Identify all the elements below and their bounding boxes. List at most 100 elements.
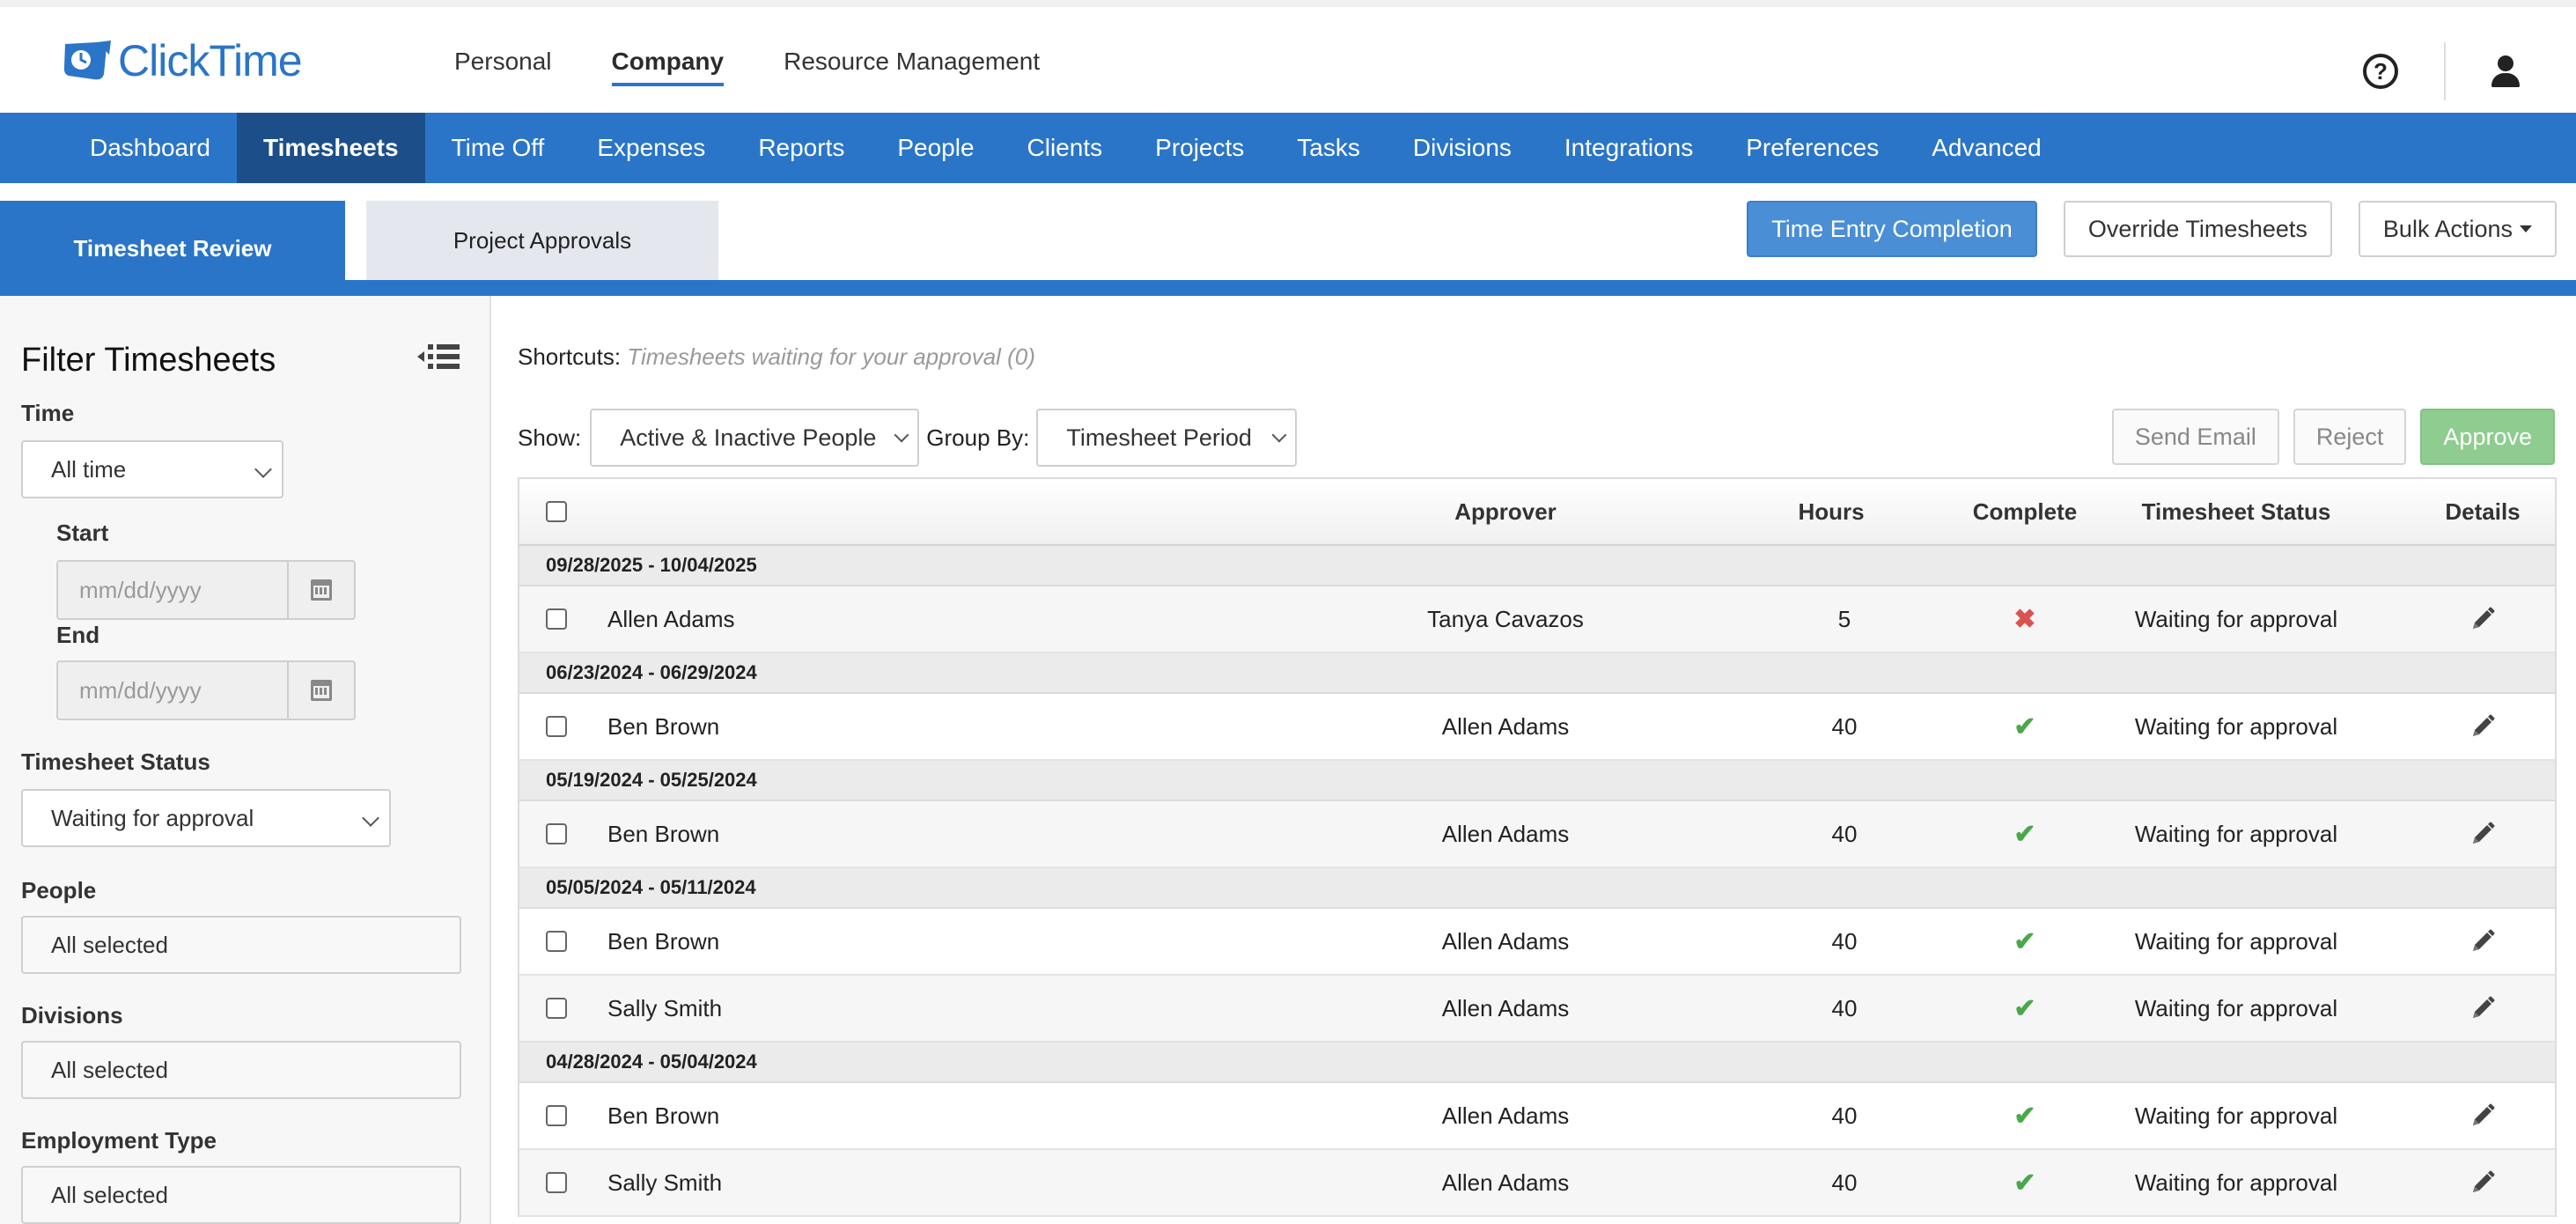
divisions-multiselect[interactable]: All selected <box>21 1041 461 1099</box>
row-checkbox[interactable] <box>546 1105 567 1126</box>
row-checkbox[interactable] <box>546 1172 567 1193</box>
edit-pencil-icon[interactable] <box>2469 713 2496 740</box>
nav-people[interactable]: People <box>871 113 1000 183</box>
topnav-resource-management[interactable]: Resource Management <box>784 48 1040 86</box>
end-date-placeholder: mm/dd/yyyy <box>58 662 289 719</box>
collapse-sidebar-icon[interactable] <box>416 342 461 372</box>
status-select[interactable]: Waiting for approval <box>21 789 391 847</box>
check-icon: ✔ <box>2013 819 2036 849</box>
row-checkbox[interactable] <box>546 716 567 737</box>
chevron-down-icon <box>1271 427 1287 443</box>
sub-actions: Time Entry Completion Override Timesheet… <box>1747 201 2557 257</box>
bulk-actions-button[interactable]: Bulk Actions <box>2358 201 2557 257</box>
nav-reports[interactable]: Reports <box>732 113 871 183</box>
header-hours[interactable]: Hours <box>1774 479 1888 544</box>
status-select-value: Waiting for approval <box>51 804 254 831</box>
details-cell <box>2421 1083 2544 1148</box>
end-label: End <box>56 622 100 648</box>
nav-integrations[interactable]: Integrations <box>1538 113 1719 183</box>
divisions-value: All selected <box>51 1056 168 1083</box>
person-name: Sally Smith <box>607 1169 723 1196</box>
topnav-personal[interactable]: Personal <box>454 48 552 86</box>
nav-time-off[interactable]: Time Off <box>425 113 571 183</box>
timesheet-status: Waiting for approval <box>2134 712 2338 740</box>
shortcut-waiting-link[interactable]: Timesheets waiting for your approval (0) <box>627 343 1035 370</box>
time-entry-completion-button[interactable]: Time Entry Completion <box>1747 201 2037 257</box>
select-all-checkbox[interactable] <box>546 501 567 522</box>
nav-preferences[interactable]: Preferences <box>1719 113 1905 183</box>
table-actions: Send Email Reject Approve <box>2111 409 2555 465</box>
nav-tasks[interactable]: Tasks <box>1270 113 1387 183</box>
edit-pencil-icon[interactable] <box>2469 995 2496 1021</box>
show-select[interactable]: Active & Inactive People <box>590 409 920 467</box>
reject-button[interactable]: Reject <box>2293 409 2407 465</box>
override-timesheets-label: Override Timesheets <box>2087 215 2307 242</box>
group-by-label: Group By: <box>926 424 1030 451</box>
table-row[interactable]: Ben Brown Allen Adams 40 ✔ Waiting for a… <box>519 694 2555 761</box>
edit-pencil-icon[interactable] <box>2469 606 2496 632</box>
tab-timesheet-review[interactable]: Timesheet Review <box>0 201 345 296</box>
chevron-down-icon <box>254 461 272 478</box>
employment-type-multiselect[interactable]: All selected <box>21 1166 461 1224</box>
clicktime-logo[interactable]: ClickTime <box>62 35 303 86</box>
edit-pencil-icon[interactable] <box>2469 1169 2496 1196</box>
row-select-cell <box>546 976 567 1041</box>
hours-value: 5 <box>1837 605 1851 632</box>
people-multiselect[interactable]: All selected <box>21 916 461 974</box>
timesheet-status: Waiting for approval <box>2134 927 2338 955</box>
divisions-label: Divisions <box>21 1002 123 1029</box>
nav-clients[interactable]: Clients <box>1001 113 1130 183</box>
table-row[interactable]: Allen Adams Tanya Cavazos 5 ✖ Waiting fo… <box>519 586 2555 653</box>
group-by-select[interactable]: Timesheet Period <box>1036 409 1298 467</box>
edit-pencil-icon[interactable] <box>2469 821 2496 847</box>
row-checkbox[interactable] <box>546 998 567 1019</box>
group-period-header: 06/23/2024 - 06/29/2024 <box>519 653 2555 694</box>
group-period-header: 05/19/2024 - 05/25/2024 <box>519 761 2555 801</box>
time-select[interactable]: All time <box>21 440 283 498</box>
row-checkbox[interactable] <box>546 823 567 844</box>
end-date-input[interactable]: mm/dd/yyyy <box>56 660 356 720</box>
nav-projects[interactable]: Projects <box>1129 113 1270 183</box>
edit-pencil-icon[interactable] <box>2469 1102 2496 1129</box>
nav-advanced[interactable]: Advanced <box>1905 113 2068 183</box>
send-email-button[interactable]: Send Email <box>2111 409 2279 465</box>
help-icon[interactable]: ? <box>2363 54 2398 89</box>
table-row[interactable]: Ben Brown Allen Adams 40 ✔ Waiting for a… <box>519 801 2555 868</box>
complete-indicator: ✔ <box>1954 801 2095 866</box>
start-calendar-button[interactable] <box>289 562 354 618</box>
view-controls: Show: Active & Inactive People Group By:… <box>518 409 1298 467</box>
start-date-input[interactable]: mm/dd/yyyy <box>56 560 356 620</box>
approve-button[interactable]: Approve <box>2420 409 2555 465</box>
filter-title: Filter Timesheets <box>21 342 276 379</box>
nav-divisions[interactable]: Divisions <box>1387 113 1538 183</box>
table-row[interactable]: Sally Smith Allen Adams 40 ✔ Waiting for… <box>519 1150 2555 1217</box>
override-timesheets-button[interactable]: Override Timesheets <box>2063 201 2332 257</box>
user-icon[interactable] <box>2488 54 2523 89</box>
time-select-value: All time <box>51 455 127 483</box>
table-row[interactable]: Ben Brown Allen Adams 40 ✔ Waiting for a… <box>519 909 2555 976</box>
topnav-company[interactable]: Company <box>611 48 725 86</box>
nav-expenses[interactable]: Expenses <box>570 113 732 183</box>
check-icon: ✔ <box>2013 1101 2036 1131</box>
row-checkbox[interactable] <box>546 931 567 952</box>
table-row[interactable]: Ben Brown Allen Adams 40 ✔ Waiting for a… <box>519 1083 2555 1150</box>
table-row[interactable]: Sally Smith Allen Adams 40 ✔ Waiting for… <box>519 976 2555 1043</box>
details-cell <box>2421 801 2544 866</box>
nav-dashboard[interactable]: Dashboard <box>63 113 237 183</box>
timesheet-status: Waiting for approval <box>2134 994 2338 1021</box>
hours-value: 40 <box>1831 820 1858 847</box>
end-calendar-button[interactable] <box>289 662 354 719</box>
nav-timesheets[interactable]: Timesheets <box>236 113 425 183</box>
edit-pencil-icon[interactable] <box>2469 928 2496 955</box>
approve-label: Approve <box>2443 423 2532 450</box>
timesheet-status: Waiting for approval <box>2134 1102 2338 1129</box>
header-complete[interactable]: Complete <box>1954 479 2095 544</box>
tab-project-approvals[interactable]: Project Approvals <box>366 201 718 280</box>
hours-value: 40 <box>1831 712 1858 740</box>
approver-name: Tanya Cavazos <box>1427 605 1584 632</box>
row-checkbox[interactable] <box>546 608 567 630</box>
chevron-down-icon <box>362 809 379 827</box>
header-timesheet-status[interactable]: Timesheet Status <box>2095 479 2377 544</box>
logo-icon <box>63 41 111 80</box>
header-approver[interactable]: Approver <box>1400 479 1611 544</box>
